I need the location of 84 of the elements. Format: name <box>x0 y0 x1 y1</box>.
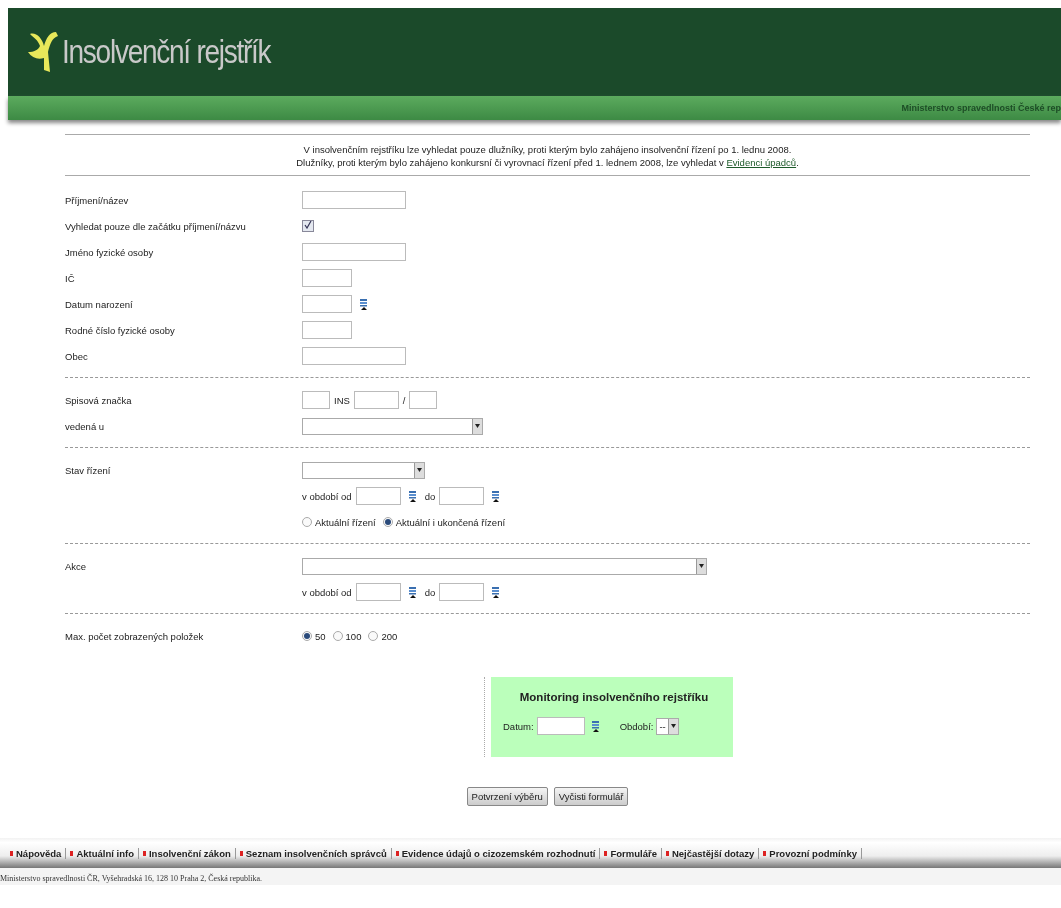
radio-option[interactable]: 200 <box>368 630 398 642</box>
footer-link[interactable]: Seznam insolvenčních správců <box>235 847 392 859</box>
address-text: Ministerstvo spravedlnosti ČR, Vyšehradská 16, 128 10 Praha 2, Česká republika. <box>0 868 1061 885</box>
ministry-name: Ministerstvo spravedlnosti České rep <box>901 103 1061 113</box>
radio-button[interactable] <box>382 517 393 527</box>
dropdown-arrow-icon <box>417 468 422 472</box>
footer-link[interactable]: Nejčastější dotazy <box>661 847 760 859</box>
text-field[interactable] <box>302 321 352 339</box>
field-label: Stav řízení <box>65 464 112 476</box>
field-label: vedená u <box>65 420 106 432</box>
radio-option[interactable]: Aktuální i ukončená řízení <box>382 516 506 528</box>
form-button[interactable]: Potvrzení výběru <box>466 787 548 806</box>
field-label: Datum narození <box>65 298 134 310</box>
footer-link[interactable]: Nápověda <box>6 847 67 859</box>
checkbox[interactable] <box>302 220 314 232</box>
field-label: Příjmení/název <box>65 194 130 206</box>
text-field[interactable] <box>302 191 406 209</box>
calendar-icon[interactable] <box>359 298 369 310</box>
calendar-icon[interactable] <box>407 586 418 598</box>
bullet-icon <box>10 850 13 856</box>
field-label: Datum: <box>503 720 534 732</box>
radio-option[interactable]: Aktuální řízení <box>302 516 376 528</box>
text-field[interactable] <box>302 295 352 313</box>
site-title: Insolvenční rejstřík <box>62 33 271 71</box>
field-label: Rodné číslo fyzické osoby <box>65 324 176 336</box>
footer-link[interactable]: Provozní podmínky <box>759 847 862 859</box>
text-field[interactable] <box>302 269 352 287</box>
field-label: Období: <box>619 720 654 732</box>
radio-button[interactable] <box>332 631 343 641</box>
radio-option[interactable]: 100 <box>332 630 362 642</box>
calendar-icon[interactable] <box>491 490 502 502</box>
period-dropdown[interactable]: -- <box>656 717 679 735</box>
footer-link[interactable]: Aktuální info <box>66 847 139 859</box>
dropdown[interactable] <box>302 557 707 575</box>
bullet-icon <box>604 850 608 856</box>
bullet-icon <box>665 850 669 856</box>
field-label: Spisová značka <box>65 394 133 406</box>
calendar-icon[interactable] <box>407 490 418 502</box>
bullet-icon <box>239 850 243 856</box>
text-field[interactable] <box>439 583 485 601</box>
field-label: do <box>424 586 436 598</box>
bullet-icon <box>763 850 767 856</box>
dropdown[interactable] <box>302 461 425 479</box>
text-field[interactable] <box>355 487 401 505</box>
bullet-icon <box>395 850 399 856</box>
bullet-icon <box>70 850 74 856</box>
field-label: Obec <box>65 350 89 362</box>
field-label: do <box>424 490 436 502</box>
radio-button[interactable] <box>302 631 312 641</box>
field-label: Akce <box>65 560 88 572</box>
panel-title: Monitoring insolvenčního rejstříku <box>518 691 710 703</box>
field-label: Max. počet zobrazených položek <box>65 630 205 642</box>
bullet-icon <box>142 850 146 856</box>
field-label: / <box>402 394 406 406</box>
text-field[interactable] <box>355 583 401 601</box>
dropdown-arrow-icon <box>699 564 704 568</box>
text-field[interactable] <box>353 391 399 409</box>
dropdown-arrow-icon <box>670 724 676 728</box>
text-field[interactable] <box>439 487 485 505</box>
radio-button[interactable] <box>368 631 379 641</box>
text-field[interactable] <box>302 391 330 409</box>
dropdown[interactable] <box>302 417 483 435</box>
text-field[interactable] <box>302 243 406 261</box>
field-label: Jméno fyzické osoby <box>65 246 155 258</box>
date-field[interactable] <box>536 717 585 735</box>
text-field[interactable] <box>409 391 438 409</box>
footer-link[interactable]: Evidence údajů o cizozemském rozhodnutí <box>391 847 601 859</box>
logo-icon <box>28 30 60 74</box>
field-label: v období od <box>302 586 352 598</box>
notice-text: Dlužníky, proti kterým bylo zahájeno konkursní či vyrovnací řízení před 1. lednem 2008, lze vyhledat v Evidenci úpadců. <box>295 156 800 169</box>
radio-option[interactable]: 50 <box>302 630 326 642</box>
field-label: v období od <box>302 490 352 502</box>
notice-text: V insolvenčním rejstříku lze vyhledat pouze dlužníky, proti kterým bylo zahájeno insolvenční řízení po 1. lednu 2008. <box>302 143 793 156</box>
form-button[interactable]: Vyčisti formulář <box>553 787 629 806</box>
calendar-icon[interactable] <box>491 586 502 598</box>
footer-link[interactable]: Insolvenční zákon <box>138 847 236 859</box>
field-label: IČ <box>65 272 76 284</box>
footer-link[interactable]: Formuláře <box>600 847 662 859</box>
calendar-icon[interactable] <box>590 720 601 732</box>
text-field[interactable] <box>302 347 406 365</box>
field-label: Vyhledat pouze dle začátku příjmení/názvu <box>65 220 247 232</box>
field-label: INS <box>334 394 350 406</box>
radio-button[interactable] <box>302 517 312 527</box>
dropdown-arrow-icon <box>475 424 480 428</box>
